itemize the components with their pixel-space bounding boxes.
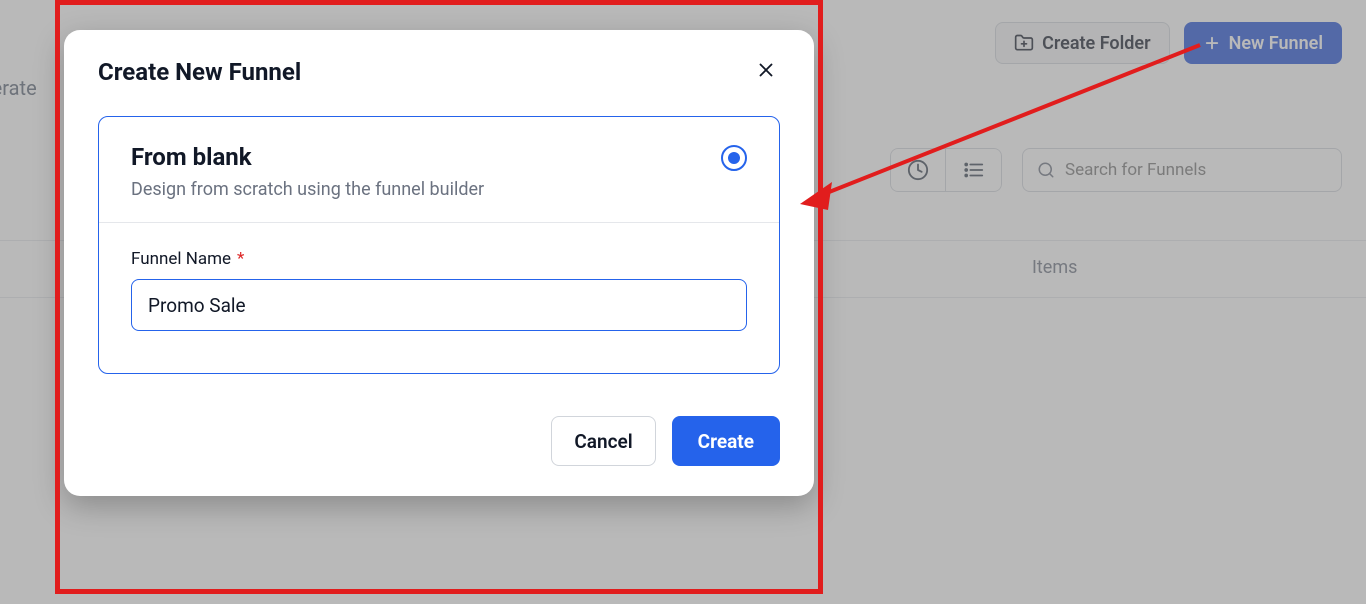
create-button[interactable]: Create [672,416,780,466]
modal-header: Create New Funnel [64,30,814,96]
radio-dot-icon [728,152,740,164]
from-blank-option[interactable]: From blank Design from scratch using the… [98,116,780,374]
option-title: From blank [131,143,484,171]
close-icon [755,59,777,85]
modal-title: Create New Funnel [98,58,301,86]
modal-actions: Cancel Create [64,374,814,466]
option-subtitle: Design from scratch using the funnel bui… [131,179,484,200]
option-header: From blank Design from scratch using the… [99,117,779,223]
close-button[interactable] [752,58,780,86]
create-funnel-modal: Create New Funnel From blank Design from… [64,30,814,496]
form-area: Funnel Name* [99,223,779,373]
funnel-name-label: Funnel Name* [131,249,747,269]
cancel-button[interactable]: Cancel [551,416,655,466]
funnel-name-input[interactable] [131,279,747,331]
option-radio[interactable] [721,145,747,171]
